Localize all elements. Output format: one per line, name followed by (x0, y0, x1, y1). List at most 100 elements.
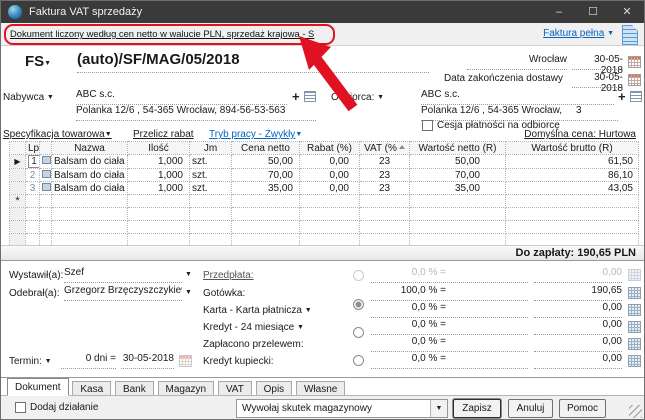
save-button[interactable]: Zapisz (453, 399, 501, 418)
payment-pct-field[interactable]: 100,0 % = (371, 285, 528, 301)
payment-amount-field[interactable]: 0,00 (534, 302, 622, 318)
row-selector-icon[interactable]: ▶ (10, 155, 26, 169)
calculator-icon[interactable] (628, 287, 641, 299)
issue-date-field[interactable]: 30-05-2018 (572, 54, 623, 70)
col-vat[interactable]: VAT (% (360, 142, 410, 155)
col-lp[interactable]: Lp (26, 142, 40, 155)
minimize-button[interactable]: – (542, 1, 576, 23)
payment-amount-field[interactable]: 0,00 (534, 319, 622, 335)
col-qty[interactable]: Ilość (128, 142, 190, 155)
payment-label-transfer[interactable]: Zapłacono przelewem: (203, 339, 304, 350)
calendar-icon[interactable] (179, 355, 192, 367)
term-date-field[interactable]: 30-05-2018 (121, 353, 174, 369)
maximize-button[interactable]: ☐ (576, 1, 610, 23)
cell-name[interactable]: Balsam do ciała (52, 169, 128, 182)
recalc-discount-link[interactable]: Przelicz rabat (133, 129, 194, 140)
payment-pct-field[interactable]: 0,0 % = (371, 319, 528, 335)
calculator-icon[interactable] (628, 321, 641, 333)
cell-qty[interactable]: 1,000 (128, 182, 190, 195)
document-mode-label[interactable]: Dokument liczony według cen netto w walu… (10, 28, 314, 39)
buyer-selector[interactable]: Nabywca ▼ (3, 92, 54, 103)
cell-vat[interactable]: 23 (360, 182, 410, 195)
chevron-down-icon[interactable]: ▼ (185, 271, 192, 278)
cell-net[interactable]: 35,00 (410, 182, 506, 195)
cell-discount[interactable]: 0,00 (300, 155, 360, 169)
table-row[interactable]: 2 Balsam do ciała 1,000 szt. 70,00 0,00 … (10, 169, 639, 182)
cell-price[interactable]: 50,00 (232, 155, 300, 169)
payment-label-trade-credit[interactable]: Kredyt kupiecki: (203, 356, 274, 367)
term-days-field[interactable]: 0 dni = (61, 353, 116, 369)
col-discount[interactable]: Rabat (%) (300, 142, 360, 155)
close-button[interactable]: ✕ (610, 1, 644, 23)
payment-amount-field[interactable]: 190,65 (534, 285, 622, 301)
buyer-name-field[interactable]: ABC s.c. (76, 89, 287, 105)
calendar-icon[interactable] (628, 74, 641, 86)
cell-discount[interactable]: 0,00 (300, 182, 360, 195)
col-price[interactable]: Cena netto (232, 142, 300, 155)
issued-by-field[interactable]: Szef (64, 267, 182, 283)
cell-gross[interactable]: 61,50 (506, 155, 639, 169)
cell-price[interactable]: 70,00 (232, 169, 300, 182)
calculator-icon[interactable] (628, 355, 641, 367)
payment-pct-field[interactable]: 0,0 % = (371, 267, 528, 283)
add-receiver-button[interactable]: + (618, 91, 626, 102)
add-buyer-button[interactable]: + (292, 91, 300, 102)
calculator-icon[interactable] (628, 338, 641, 350)
row-selector[interactable] (10, 169, 26, 182)
cell-net[interactable]: 70,00 (410, 169, 506, 182)
tab-dokument[interactable]: Dokument (7, 378, 69, 396)
cell-net[interactable]: 50,00 (410, 155, 506, 169)
new-item-row[interactable]: * (10, 195, 639, 208)
table-row[interactable]: 3 Balsam do ciała 1,000 szt. 35,00 0,00 … (10, 182, 639, 195)
doc-type-selector[interactable]: FS▼ (25, 53, 51, 70)
payment-pct-field[interactable]: 0,0 % = (371, 353, 528, 369)
stock-effect-dropdown[interactable]: Wywołaj skutek magazynowy ▼ (236, 399, 448, 418)
tab-vat[interactable]: VAT (218, 381, 252, 396)
add-action-checkbox[interactable] (15, 402, 26, 413)
payment-radio-prepayment[interactable] (353, 270, 364, 281)
col-net[interactable]: Wartość netto (R) (410, 142, 506, 155)
col-gross[interactable]: Wartość brutto (R) (506, 142, 639, 155)
payment-pct-field[interactable]: 0,0 % = (371, 336, 528, 352)
cession-checkbox[interactable] (422, 120, 433, 131)
payment-pct-field[interactable]: 0,0 % = (371, 302, 528, 318)
receiver-list-icon[interactable] (630, 91, 642, 102)
tab-opis[interactable]: Opis (256, 381, 293, 396)
row-selector[interactable] (10, 182, 26, 195)
calendar-icon[interactable] (628, 56, 641, 68)
invoice-type-label[interactable]: Faktura pełna (543, 28, 604, 39)
payment-radio-credit24[interactable] (353, 355, 364, 366)
payment-label-credit24[interactable]: Kredyt - 24 miesiące ▼ (203, 322, 304, 333)
calculator-icon[interactable] (628, 304, 641, 316)
payment-amount-field[interactable]: 0,00 (534, 353, 622, 369)
cell-qty[interactable]: 1,000 (128, 155, 190, 169)
cell-unit[interactable]: szt. (190, 169, 232, 182)
payment-label-cash[interactable]: Gotówka: (203, 288, 245, 299)
buyer-address-field[interactable]: Polanka 12/6 , 54-365 Wrocław, 894-56-53… (76, 105, 316, 121)
invoice-type-link[interactable]: Faktura pełna ▼ (543, 28, 614, 39)
resize-grip[interactable] (629, 405, 642, 418)
cell-gross[interactable]: 43,05 (506, 182, 639, 195)
work-mode-menu[interactable]: Tryb pracy - Zwykły▼ (209, 129, 302, 140)
delivery-date-field[interactable]: 30-05-2018 (572, 72, 623, 88)
col-name[interactable]: Nazwa (52, 142, 128, 155)
chevron-down-icon[interactable]: ▼ (185, 289, 192, 296)
payment-amount-field[interactable]: 0,00 (534, 267, 622, 283)
col-icon[interactable] (40, 142, 52, 155)
receiver-address-field[interactable]: Polanka 12/6 , 54-365 Wrocław, 3 (421, 105, 618, 121)
cell-unit[interactable]: szt. (190, 182, 232, 195)
cell-vat[interactable]: 23 (360, 169, 410, 182)
document-icon[interactable] (622, 25, 638, 45)
cell-gross[interactable]: 86,10 (506, 169, 639, 182)
tab-bank[interactable]: Bank (115, 381, 154, 396)
table-row[interactable]: ▶ 1 Balsam do ciała 1,000 szt. 50,00 0,0… (10, 155, 639, 169)
tab-kasa[interactable]: Kasa (72, 381, 111, 396)
cell-name[interactable]: Balsam do ciała (52, 155, 128, 169)
help-button[interactable]: Pomoc (559, 399, 606, 418)
cell-qty[interactable]: 1,000 (128, 169, 190, 182)
cell-discount[interactable]: 0,00 (300, 169, 360, 182)
col-unit[interactable]: Jm (190, 142, 232, 155)
doc-number-field[interactable]: (auto)/SF/MAG/05/2018 (77, 51, 429, 73)
default-price-link[interactable]: Domyślna cena: Hurtowa (524, 129, 636, 140)
calculator-icon[interactable] (628, 269, 641, 281)
